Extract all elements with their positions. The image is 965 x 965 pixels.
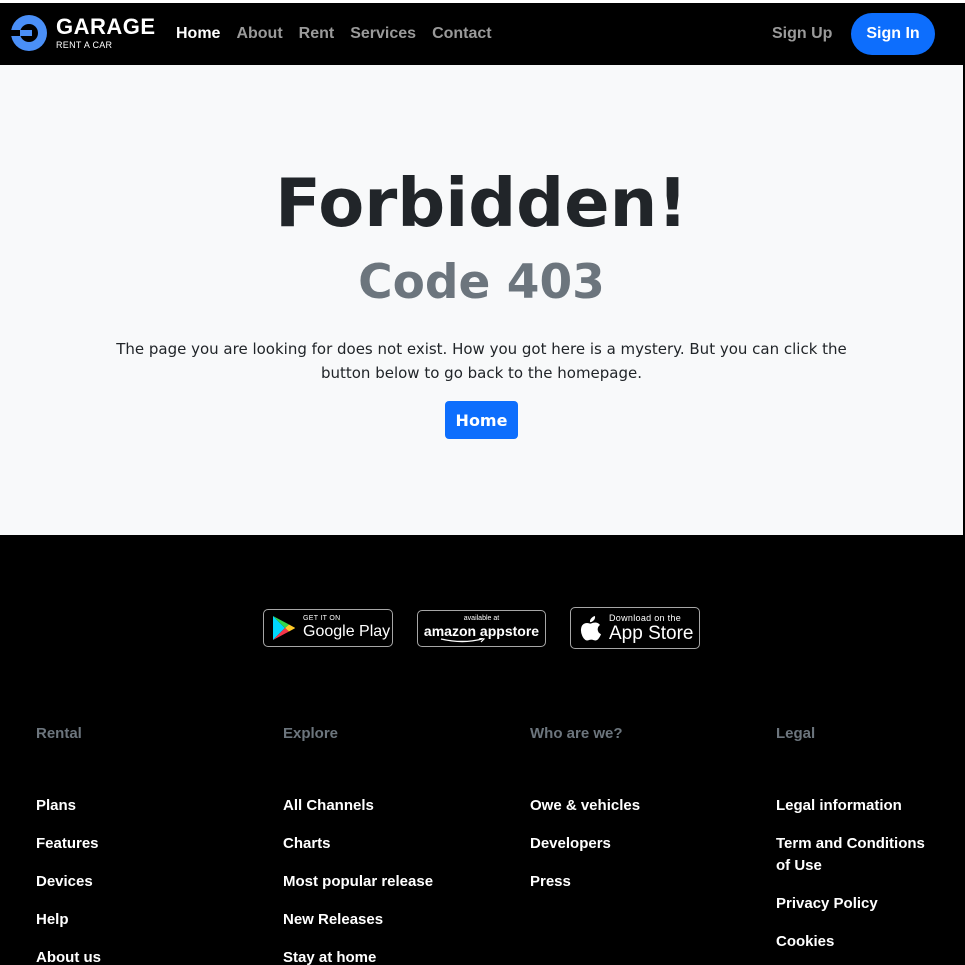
google-play-small-text: GET IT ON [303, 615, 341, 622]
error-section: Forbidden! Code 403 The page you are loo… [0, 65, 963, 535]
app-store-big-text: App Store [609, 622, 694, 644]
amazon-appstore-badge[interactable]: available at amazon appstore [417, 610, 546, 647]
footer-link[interactable]: Owe & vehicles [530, 795, 730, 817]
footer-link[interactable]: Term and Conditions of Use [776, 833, 936, 877]
nav-contact[interactable]: Contact [432, 24, 492, 44]
footer-link[interactable]: All Channels [283, 795, 483, 817]
nav-rent[interactable]: Rent [299, 24, 335, 44]
footer-link[interactable]: Press [530, 871, 730, 893]
home-button[interactable]: Home [445, 401, 518, 439]
footer-link[interactable]: New Releases [283, 909, 483, 931]
footer-link[interactable]: Plans [36, 795, 236, 817]
nav-services[interactable]: Services [350, 24, 416, 44]
nav-about[interactable]: About [236, 24, 282, 44]
footer-column-explore: Explore All Channels Charts Most popular… [283, 725, 483, 965]
brand-tagline: RENT A CAR [56, 39, 113, 50]
footer-link[interactable]: Cookies [776, 931, 936, 953]
footer-link[interactable]: About us [36, 947, 236, 965]
brand-name: GARAGE [56, 13, 156, 39]
footer-column-who-are-we: Who are we? Owe & vehicles Developers Pr… [530, 725, 730, 909]
footer-link[interactable]: Devices [36, 871, 236, 893]
brand[interactable]: GARAGE RENT A CAR [11, 15, 156, 51]
footer-link[interactable]: Developers [530, 833, 730, 855]
error-message: The page you are looking for does not ex… [116, 340, 847, 382]
sign-up-link[interactable]: Sign Up [772, 24, 832, 44]
footer-link[interactable]: Help [36, 909, 236, 931]
footer-link[interactable]: Privacy Policy [776, 893, 936, 915]
nav-links: Home About Rent Services Contact [176, 24, 508, 44]
app-store-badge[interactable]: Download on the App Store [570, 607, 700, 649]
app-store-small-text: Download on the [609, 612, 682, 623]
navbar: GARAGE RENT A CAR Home About Rent Servic… [0, 3, 963, 65]
footer-heading: Who are we? [530, 725, 623, 742]
footer-link[interactable]: Most popular release [283, 871, 483, 893]
error-title: Forbidden! [275, 164, 688, 242]
footer-heading: Legal [776, 725, 816, 742]
amazon-small-text: available at [463, 614, 500, 622]
google-play-icon [273, 616, 295, 640]
amazon-big-text: amazon appstore [423, 622, 540, 639]
footer-link[interactable]: Stay at home [283, 947, 483, 965]
footer: GET IT ON Google Play available at amazo… [0, 535, 963, 965]
google-play-badge[interactable]: GET IT ON Google Play [263, 609, 393, 647]
footer-column-legal: Legal Legal information Term and Conditi… [776, 725, 936, 965]
nav-home[interactable]: Home [176, 24, 220, 44]
error-code: Code 403 [358, 255, 605, 310]
garage-logo-icon [11, 15, 47, 51]
google-play-big-text: Google Play [303, 623, 391, 640]
sign-in-button[interactable]: Sign In [851, 13, 935, 55]
footer-column-rental: Rental Plans Features Devices Help About… [36, 725, 236, 965]
footer-link[interactable]: Charts [283, 833, 483, 855]
footer-heading: Explore [283, 725, 339, 742]
footer-link[interactable]: Legal information [776, 795, 936, 817]
amazon-smile-icon [440, 637, 485, 642]
apple-icon [580, 616, 601, 641]
footer-link[interactable]: Features [36, 833, 236, 855]
footer-heading: Rental [36, 725, 82, 742]
